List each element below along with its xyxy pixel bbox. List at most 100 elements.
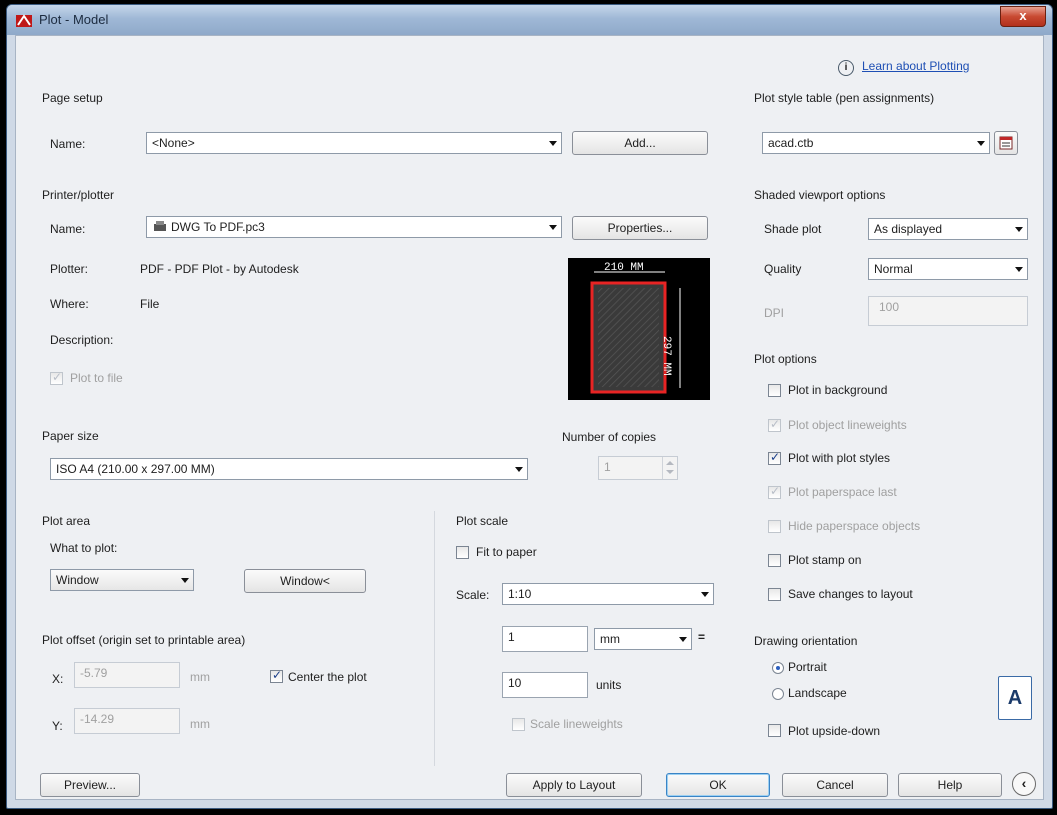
plotter-icon [154, 221, 166, 231]
what-to-plot-select[interactable]: Window [50, 569, 194, 591]
scale-label: Scale: [456, 588, 490, 602]
plot-option-checkbox[interactable] [768, 554, 781, 567]
offset-x-label: X: [52, 672, 64, 686]
plot-option-checkbox[interactable] [768, 384, 781, 397]
equals-sign: = [698, 630, 706, 644]
plot-option-checkbox[interactable] [768, 520, 781, 533]
page-setup-name-select[interactable]: <None> [146, 132, 562, 154]
scale-units-field[interactable]: 10 [502, 672, 588, 698]
dpi-field[interactable]: 100 [868, 296, 1028, 326]
plot-style-heading: Plot style table (pen assignments) [754, 91, 935, 105]
portrait-label: Portrait [788, 660, 827, 674]
scale-numerator-field[interactable]: 1 [502, 626, 588, 652]
quality-label: Quality [764, 262, 802, 276]
orientation-letter-icon: A [998, 676, 1032, 720]
paper-size-heading: Paper size [42, 429, 99, 443]
chevron-down-icon [977, 141, 985, 146]
autocad-app-icon [16, 14, 32, 27]
offset-y-label: Y: [52, 719, 63, 733]
plot-option-checkbox[interactable]: ✓ [768, 484, 781, 499]
info-icon: i [838, 60, 854, 76]
scale-lineweights-label: Scale lineweights [530, 717, 623, 731]
where-value: File [140, 297, 160, 311]
close-button[interactable]: x [1000, 6, 1046, 27]
divider [434, 511, 435, 766]
number-of-copies-label: Number of copies [562, 430, 657, 444]
units-label: units [596, 678, 622, 692]
spinner-arrows-icon[interactable] [662, 457, 677, 479]
where-label: Where: [50, 297, 89, 311]
plot-option-label: Plot paperspace last [788, 485, 897, 499]
drawing-orientation-heading: Drawing orientation [754, 634, 858, 648]
cancel-button[interactable]: Cancel [782, 773, 888, 797]
dialog-body: i Learn about Plotting Page setup Name: … [15, 35, 1044, 800]
plot-style-select[interactable]: acad.ctb [762, 132, 990, 154]
learn-about-plotting-link[interactable]: Learn about Plotting [862, 59, 969, 73]
shade-plot-select[interactable]: As displayed [868, 218, 1028, 240]
plot-option-checkbox[interactable]: ✓ [768, 417, 781, 432]
center-the-plot-label: Center the plot [288, 670, 367, 684]
chevron-down-icon [701, 592, 709, 597]
offset-y-field[interactable]: -14.29 [74, 708, 180, 734]
quality-select[interactable]: Normal [868, 258, 1028, 280]
chevron-down-icon [679, 637, 687, 642]
preview-button[interactable]: Preview... [40, 773, 140, 797]
plot-to-file-checkbox[interactable]: ✓ [50, 370, 63, 385]
plot-scale-heading: Plot scale [456, 514, 509, 528]
chevron-down-icon [1015, 227, 1023, 232]
portrait-radio[interactable] [772, 662, 784, 674]
plot-offset-heading: Plot offset (origin set to printable are… [42, 633, 246, 647]
landscape-radio[interactable] [772, 688, 784, 700]
scale-unit-select[interactable]: mm [594, 628, 692, 650]
plot-dialog: Plot - Model x i Learn about Plotting Pa… [6, 4, 1053, 809]
page-setup-name-label: Name: [50, 137, 86, 151]
window-title: Plot - Model [39, 12, 109, 27]
chevron-down-icon [515, 467, 523, 472]
edit-plot-style-button[interactable] [994, 131, 1018, 155]
help-button[interactable]: Help [898, 773, 1002, 797]
paper-preview: 210 MM 297 MM [568, 258, 710, 400]
ok-button[interactable]: OK [666, 773, 770, 797]
plot-option-checkbox[interactable] [768, 588, 781, 601]
plotter-label: Plotter: [50, 262, 89, 276]
printer-name-select[interactable]: DWG To PDF.pc3 [146, 216, 562, 238]
edit-table-icon [999, 136, 1013, 150]
plotter-value: PDF - PDF Plot - by Autodesk [140, 262, 299, 276]
properties-button[interactable]: Properties... [572, 216, 708, 240]
copies-spinner[interactable]: 1 [598, 456, 678, 480]
window-pick-button[interactable]: Window< [244, 569, 366, 593]
plot-option-label: Plot with plot styles [788, 451, 891, 465]
plot-to-file-label: Plot to file [70, 371, 123, 385]
fit-to-paper-label: Fit to paper [476, 545, 537, 559]
chevron-down-icon [1015, 267, 1023, 272]
plot-option-checkbox[interactable]: ✓ [768, 450, 781, 465]
plot-option-label: Hide paperspace objects [788, 519, 921, 533]
apply-to-layout-button[interactable]: Apply to Layout [506, 773, 642, 797]
paper-width-label: 210 MM [604, 262, 644, 274]
center-the-plot-checkbox[interactable]: ✓ [270, 668, 283, 683]
plot-option-label: Plot stamp on [788, 553, 862, 567]
plot-area-heading: Plot area [42, 514, 91, 528]
offset-x-field[interactable]: -5.79 [74, 662, 180, 688]
plot-upside-down-checkbox[interactable] [768, 724, 781, 737]
shaded-viewport-heading: Shaded viewport options [754, 188, 886, 202]
chevron-down-icon [181, 578, 189, 583]
dpi-label: DPI [764, 306, 785, 320]
printer-plotter-heading: Printer/plotter [42, 188, 115, 202]
plot-option-label: Plot object lineweights [788, 418, 907, 432]
collapse-options-icon[interactable]: ‹ [1012, 772, 1036, 796]
page-setup-heading: Page setup [42, 91, 103, 105]
fit-to-paper-checkbox[interactable] [456, 546, 469, 559]
scale-select[interactable]: 1:10 [502, 583, 714, 605]
plot-options-heading: Plot options [754, 352, 817, 366]
paper-size-select[interactable]: ISO A4 (210.00 x 297.00 MM) [50, 458, 528, 480]
scale-lineweights-checkbox[interactable] [512, 718, 525, 731]
paper-height-label: 297 MM [660, 336, 672, 376]
title-bar[interactable]: Plot - Model x [7, 5, 1052, 35]
chevron-down-icon [549, 141, 557, 146]
plot-upside-down-label: Plot upside-down [788, 724, 881, 738]
add-button[interactable]: Add... [572, 131, 708, 155]
offset-y-unit: mm [190, 717, 210, 731]
chevron-down-icon [549, 225, 557, 230]
paper-preview-drawing [590, 271, 681, 394]
